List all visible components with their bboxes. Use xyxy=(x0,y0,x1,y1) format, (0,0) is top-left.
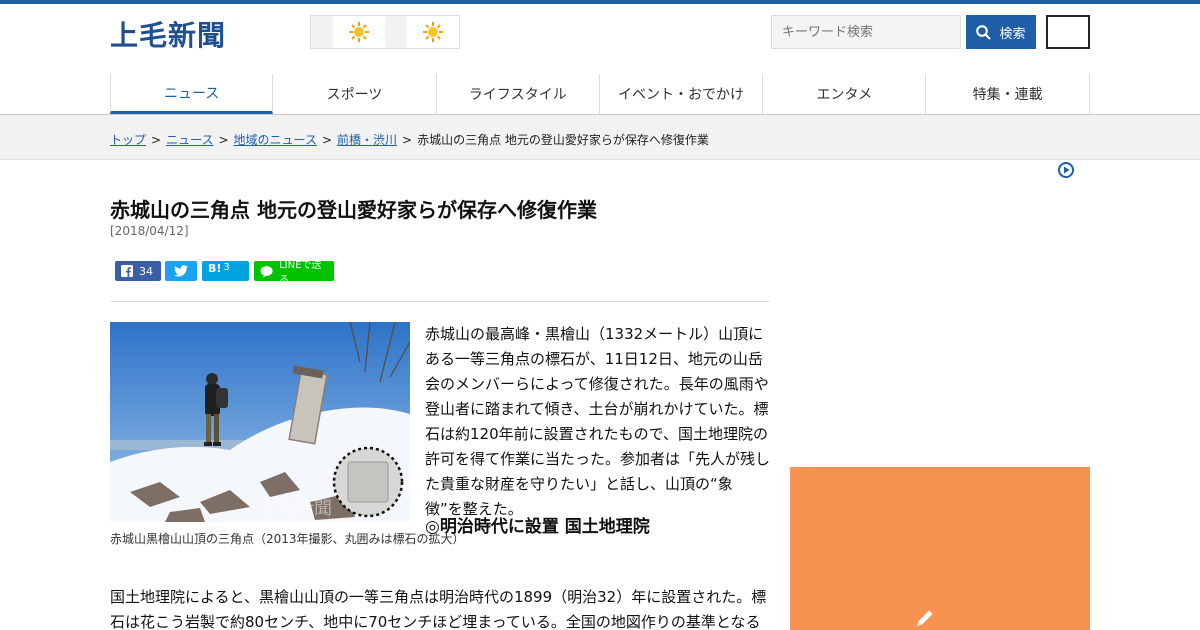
global-nav: ニュース スポーツ ライフスタイル イベント・おでかけ エンタメ 特集・連載 xyxy=(110,74,1090,114)
article-body: 国土地理院によると、黒檜山山頂の一等三角点は明治時代の1899（明治32）年に設… xyxy=(110,588,767,630)
line-share-label: LINEで送る xyxy=(279,260,322,286)
breadcrumb-separator: > xyxy=(151,133,162,147)
breadcrumb-separator: > xyxy=(321,133,333,147)
site-logo[interactable]: 上毛新聞 xyxy=(110,14,226,54)
breadcrumb-link-top[interactable]: トップ xyxy=(110,133,146,147)
search-button-label: 検索 xyxy=(999,26,1026,42)
facebook-share-count: 34 xyxy=(139,264,153,278)
line-icon xyxy=(260,265,273,277)
weather-widget[interactable] xyxy=(310,15,460,49)
ad-choices-icon[interactable] xyxy=(1057,161,1075,179)
facebook-share-button[interactable]: 34 xyxy=(115,261,161,281)
breadcrumb-current: 赤城山の三角点 地元の登山愛好家らが保存へ修復作業 xyxy=(417,133,709,147)
nav-item-lifestyle[interactable]: ライフスタイル xyxy=(437,74,600,114)
article-title: 赤城山の三角点 地元の登山愛好家らが保存へ修復作業 xyxy=(110,198,597,222)
article-lead: 赤城山の最高峰・黒檜山（1332メートル）山頂にある一等三角点の標石が、11日1… xyxy=(425,325,771,518)
nav-item-features[interactable]: 特集・連載 xyxy=(926,74,1090,114)
pencil-icon xyxy=(917,610,933,626)
sun-icon xyxy=(349,22,369,42)
article-divider xyxy=(110,301,770,302)
search-icon xyxy=(976,24,992,40)
menu-button[interactable] xyxy=(1046,15,1090,49)
photo-watermark: 上毛新聞 xyxy=(260,498,332,519)
nav-item-events[interactable]: イベント・おでかけ xyxy=(600,74,764,114)
breadcrumb-link-news[interactable]: ニュース xyxy=(166,133,213,147)
weather-tomorrow xyxy=(407,16,459,48)
breadcrumb-separator: > xyxy=(218,133,229,147)
breadcrumb-link-local[interactable]: 地域のニュース xyxy=(234,133,317,147)
article-date: [2018/04/12] xyxy=(110,224,189,238)
search-input[interactable] xyxy=(771,15,961,49)
twitter-icon xyxy=(174,265,188,277)
nav-item-entertainment[interactable]: エンタメ xyxy=(763,74,927,114)
nav-item-sports[interactable]: スポーツ xyxy=(273,74,437,114)
hatena-count: 3 xyxy=(223,262,230,273)
nav-item-news[interactable]: ニュース xyxy=(110,74,274,114)
search-button[interactable]: 検索 xyxy=(966,15,1036,49)
facebook-icon xyxy=(121,265,133,277)
article-subheading: ◎明治時代に設置 国土地理院 xyxy=(425,517,650,537)
sun-icon xyxy=(423,22,443,42)
article-photo[interactable]: 上毛新聞 xyxy=(110,322,410,522)
hatena-icon: B! xyxy=(208,262,222,275)
top-accent-bar xyxy=(0,0,1200,4)
breadcrumb-separator: > xyxy=(402,133,413,147)
weather-today xyxy=(333,16,385,48)
line-share-button[interactable]: LINEで送る xyxy=(254,260,334,286)
hatena-bookmark-button[interactable]: B! 3 xyxy=(202,261,249,281)
weather-divider xyxy=(385,16,407,48)
twitter-share-button[interactable] xyxy=(165,261,197,281)
weather-divider xyxy=(311,16,333,48)
sidebar-ad[interactable] xyxy=(790,467,1090,630)
breadcrumb: トップ > ニュース > 地域のニュース > 前橋・渋川 > 赤城山の三角点 地元の登山愛好家ら… xyxy=(110,131,709,148)
breadcrumb-link-area[interactable]: 前橋・渋川 xyxy=(337,133,397,147)
photo-caption: 赤城山黒檜山山頂の三角点（2013年撮影、丸囲みは標石の拡大） xyxy=(110,532,465,546)
summit-photo: 上毛新聞 xyxy=(110,322,410,522)
